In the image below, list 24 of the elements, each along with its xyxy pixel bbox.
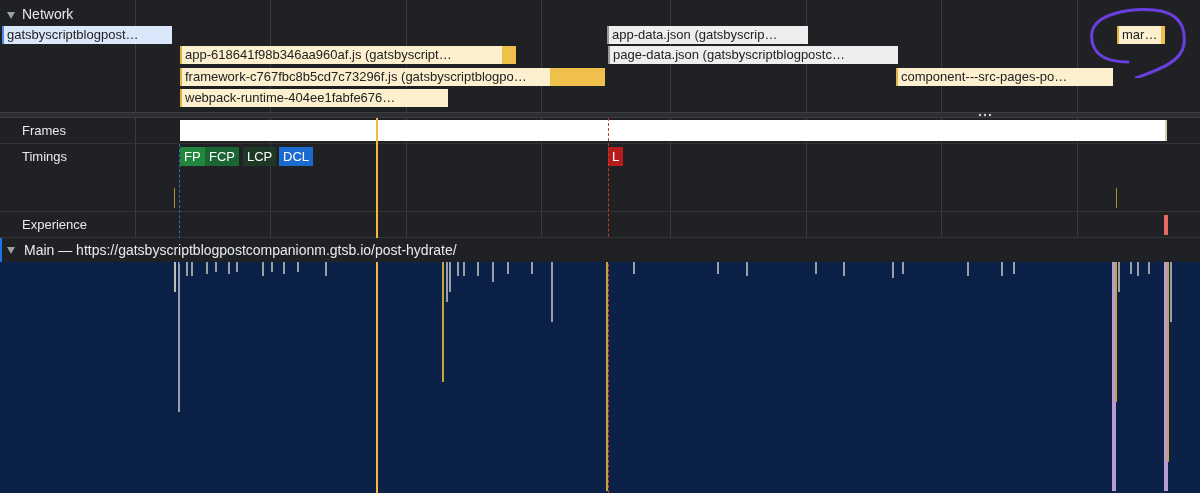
network-request-bar[interactable]: webpack-runtime-404ee1fabfe676… [180,89,448,107]
collapse-triangle-icon[interactable] [6,245,16,255]
network-request-bar[interactable]: component---src-pages-po… [896,68,1113,86]
network-request-bar[interactable]: gatsbyscriptblogpost… [2,26,172,44]
collapse-triangle-icon[interactable] [6,9,16,20]
section-title: Network [22,5,74,24]
event-tick [1116,188,1117,208]
event-tick [174,188,175,208]
network-request-bar[interactable]: page-data.json (gatsbyscriptblogpostc… [608,46,898,64]
timing-marker[interactable]: LCP [243,147,277,166]
track-label: Experience [22,215,88,234]
network-request-bar[interactable]: app-data.json (gatsbyscrip… [607,26,808,44]
timing-marker[interactable]: DCL [279,147,313,166]
resize-handle-icon[interactable] [978,113,992,117]
timing-marker[interactable]: FCP [205,147,239,166]
network-request-bar[interactable]: app-618641f98b346aa960af.js (gatsbyscript… [180,46,516,64]
timing-marker[interactable]: FP [180,147,205,166]
network-request-bar[interactable]: mar… [1117,26,1165,44]
layout-shift-marker[interactable] [1164,215,1168,235]
track-label: Timings [22,148,68,167]
timing-marker[interactable]: L [608,147,624,166]
track-label: Frames [22,121,67,140]
network-request-bar[interactable]: framework-c767fbc8b5cd7c73296f.js (gatsbyscriptblogpo… [180,68,605,86]
section-title: Main — https://gatsbyscriptblogpostcompanionm.gtsb.io/post-hydrate/ [24,240,457,260]
